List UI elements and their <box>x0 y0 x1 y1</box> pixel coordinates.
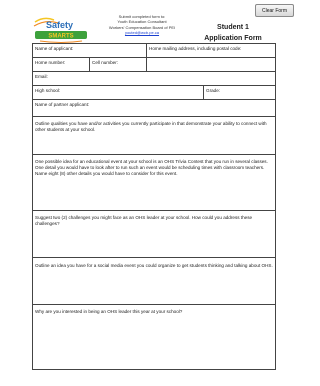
row-school-grade: High school: Grade: <box>33 86 275 100</box>
question-row: Suggest two (2) challenges you might fac… <box>33 211 275 258</box>
question-row: One possible idea for an educational eve… <box>33 155 275 211</box>
partner-name-field[interactable]: Name of partner applicant: <box>33 100 277 116</box>
question-social-media[interactable]: Outline an idea you have for a social me… <box>33 258 277 304</box>
question-row: Why are you interested in being an OHS l… <box>33 305 275 369</box>
question-qualities[interactable]: Outline qualities you have and/or activi… <box>33 117 277 154</box>
cell-number-field[interactable]: Cell number: <box>89 58 146 71</box>
question-row: Outline an idea you have for a social me… <box>33 258 275 305</box>
row-partner: Name of partner applicant: <box>33 100 275 117</box>
logo-text-bottom: SMARTS <box>48 34 73 40</box>
home-number-field[interactable]: Home number: <box>33 58 89 71</box>
form-header: Safety SMARTS Submit completed form to: … <box>32 14 272 44</box>
submit-email-link[interactable]: youted@wcb.pe.ca <box>90 30 194 35</box>
address-field-continued[interactable] <box>146 58 277 71</box>
name-field[interactable]: Name of applicant: <box>33 44 146 57</box>
submit-instructions: Submit completed form to: Youth Educatio… <box>90 14 194 36</box>
question-challenges[interactable]: Suggest two (2) challenges you might fac… <box>33 211 277 257</box>
row-name-address: Name of applicant: Home mailing address,… <box>33 44 275 58</box>
grade-field[interactable]: Grade: <box>203 86 277 99</box>
row-email: Email: <box>33 72 275 86</box>
question-row: Outline qualities you have and/or activi… <box>33 117 275 155</box>
title-line-1: Student 1 <box>217 24 249 31</box>
row-phone: Home number: Cell number: <box>33 58 275 72</box>
logo-text-top: Safety <box>46 20 73 30</box>
question-interest[interactable]: Why are you interested in being an OHS l… <box>33 305 277 369</box>
cell-number-label: Cell number: <box>92 60 119 65</box>
address-field[interactable]: Home mailing address, including postal c… <box>146 44 277 57</box>
application-form: Name of applicant: Home mailing address,… <box>32 43 276 370</box>
question-event-details[interactable]: One possible idea for an educational eve… <box>33 155 277 210</box>
email-field[interactable]: Email: <box>33 72 277 85</box>
safety-smarts-logo: Safety SMARTS <box>32 14 90 44</box>
form-title: Student 1 Application Form <box>194 22 272 44</box>
high-school-field[interactable]: High school: <box>33 86 203 99</box>
